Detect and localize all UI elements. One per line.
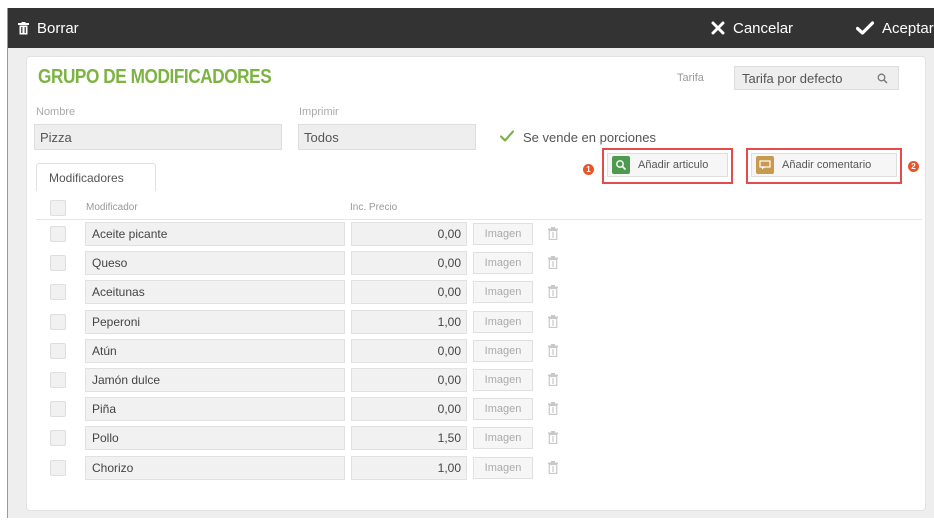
porciones-label: Se vende en porciones bbox=[523, 130, 656, 145]
table-row: Aceitunas 0,00 Imagen bbox=[8, 280, 934, 304]
imprimir-label: Imprimir bbox=[299, 106, 339, 118]
select-all-checkbox[interactable] bbox=[50, 200, 66, 216]
cancel-label: Cancelar bbox=[733, 19, 794, 37]
nombre-field[interactable]: Pizza bbox=[34, 124, 282, 150]
trash-icon[interactable] bbox=[548, 431, 558, 449]
table-row: Aceite picante 0,00 Imagen bbox=[8, 222, 934, 246]
marker-1: 1 bbox=[583, 164, 594, 175]
table-row: Queso 0,00 Imagen bbox=[8, 251, 934, 275]
price-increment-field[interactable]: 1,00 bbox=[351, 310, 467, 334]
row-checkbox[interactable] bbox=[50, 255, 66, 271]
price-increment-field[interactable]: 1,50 bbox=[351, 426, 467, 450]
delete-button[interactable]: Borrar bbox=[18, 8, 79, 48]
trash-icon[interactable] bbox=[548, 373, 558, 391]
add-article-label: Añadir articulo bbox=[638, 159, 709, 171]
trash-icon bbox=[18, 21, 29, 35]
row-checkbox[interactable] bbox=[50, 401, 66, 417]
porciones-checkbox[interactable]: Se vende en porciones bbox=[499, 130, 656, 145]
modifier-name-field[interactable]: Jamón dulce bbox=[85, 368, 345, 392]
modifier-name-field[interactable]: Aceitunas bbox=[85, 280, 345, 304]
tarifa-value: Tarifa por defecto bbox=[742, 70, 843, 86]
magnifier-icon bbox=[612, 156, 630, 174]
row-checkbox[interactable] bbox=[50, 372, 66, 388]
trash-icon[interactable] bbox=[548, 344, 558, 362]
column-inc-precio: Inc. Precio bbox=[350, 202, 398, 213]
accept-label: Aceptar bbox=[882, 19, 934, 37]
image-button[interactable]: Imagen bbox=[473, 457, 533, 479]
add-comment-label: Añadir comentario bbox=[782, 159, 872, 171]
cancel-button[interactable]: Cancelar bbox=[711, 8, 793, 48]
page-title: GRUPO DE MODIFICADORES bbox=[38, 66, 272, 88]
price-increment-field[interactable]: 0,00 bbox=[351, 339, 467, 363]
row-checkbox[interactable] bbox=[50, 430, 66, 446]
price-increment-field[interactable]: 0,00 bbox=[351, 397, 467, 421]
close-icon bbox=[711, 21, 725, 35]
row-checkbox[interactable] bbox=[50, 314, 66, 330]
image-button[interactable]: Imagen bbox=[473, 398, 533, 420]
row-checkbox[interactable] bbox=[50, 284, 66, 300]
modifier-name-field[interactable]: Pollo bbox=[85, 426, 345, 450]
image-button[interactable]: Imagen bbox=[473, 340, 533, 362]
trash-icon[interactable] bbox=[548, 256, 558, 274]
image-button[interactable]: Imagen bbox=[473, 311, 533, 333]
nombre-label: Nombre bbox=[36, 106, 76, 118]
image-button[interactable]: Imagen bbox=[473, 252, 533, 274]
trash-icon[interactable] bbox=[548, 227, 558, 245]
delete-label: Borrar bbox=[37, 19, 79, 37]
tab-modificadores-label: Modificadores bbox=[49, 170, 124, 185]
tab-modificadores[interactable]: Modificadores bbox=[36, 163, 156, 191]
table-header: Modificador Inc. Precio bbox=[36, 196, 922, 220]
accept-button[interactable]: Aceptar bbox=[856, 8, 934, 48]
price-increment-field[interactable]: 0,00 bbox=[351, 222, 467, 246]
modifier-name-field[interactable]: Atún bbox=[85, 339, 345, 363]
app-window: Borrar Cancelar Aceptar GRUPO DE MODIFIC… bbox=[7, 8, 934, 518]
image-button[interactable]: Imagen bbox=[473, 427, 533, 449]
check-icon bbox=[499, 130, 515, 145]
column-modificador: Modificador bbox=[86, 202, 138, 213]
tarifa-select[interactable]: Tarifa por defecto bbox=[734, 66, 899, 90]
trash-icon[interactable] bbox=[548, 461, 558, 479]
imprimir-select[interactable]: Todos bbox=[298, 124, 476, 150]
modifier-name-field[interactable]: Piña bbox=[85, 397, 345, 421]
trash-icon[interactable] bbox=[548, 402, 558, 420]
row-checkbox[interactable] bbox=[50, 460, 66, 476]
price-increment-field[interactable]: 0,00 bbox=[351, 251, 467, 275]
search-icon[interactable] bbox=[877, 72, 888, 87]
price-increment-field[interactable]: 0,00 bbox=[351, 280, 467, 304]
checkmark-icon bbox=[856, 21, 874, 35]
image-button[interactable]: Imagen bbox=[473, 281, 533, 303]
modifier-name-field[interactable]: Aceite picante bbox=[85, 222, 345, 246]
table-row: Atún 0,00 Imagen bbox=[8, 339, 934, 363]
image-button[interactable]: Imagen bbox=[473, 223, 533, 245]
tarifa-label: Tarifa bbox=[677, 72, 704, 84]
comment-icon bbox=[756, 156, 774, 174]
table-row: Jamón dulce 0,00 Imagen bbox=[8, 368, 934, 392]
add-article-button[interactable]: Añadir articulo bbox=[607, 153, 728, 177]
table-row: Piña 0,00 Imagen bbox=[8, 397, 934, 421]
table-row: Peperoni 1,00 Imagen bbox=[8, 310, 934, 334]
modifier-name-field[interactable]: Queso bbox=[85, 251, 345, 275]
modifier-name-field[interactable]: Peperoni bbox=[85, 310, 345, 334]
table-row: Pollo 1,50 Imagen bbox=[8, 426, 934, 450]
marker-2: 2 bbox=[908, 161, 919, 172]
table-row: Chorizo 1,00 Imagen bbox=[8, 456, 934, 480]
trash-icon[interactable] bbox=[548, 285, 558, 303]
modifier-name-field[interactable]: Chorizo bbox=[85, 456, 345, 480]
price-increment-field[interactable]: 1,00 bbox=[351, 456, 467, 480]
price-increment-field[interactable]: 0,00 bbox=[351, 368, 467, 392]
row-checkbox[interactable] bbox=[50, 226, 66, 242]
toolbar: Borrar Cancelar Aceptar bbox=[8, 8, 934, 48]
add-comment-button[interactable]: Añadir comentario bbox=[751, 153, 897, 177]
row-checkbox[interactable] bbox=[50, 343, 66, 359]
image-button[interactable]: Imagen bbox=[473, 369, 533, 391]
trash-icon[interactable] bbox=[548, 315, 558, 333]
